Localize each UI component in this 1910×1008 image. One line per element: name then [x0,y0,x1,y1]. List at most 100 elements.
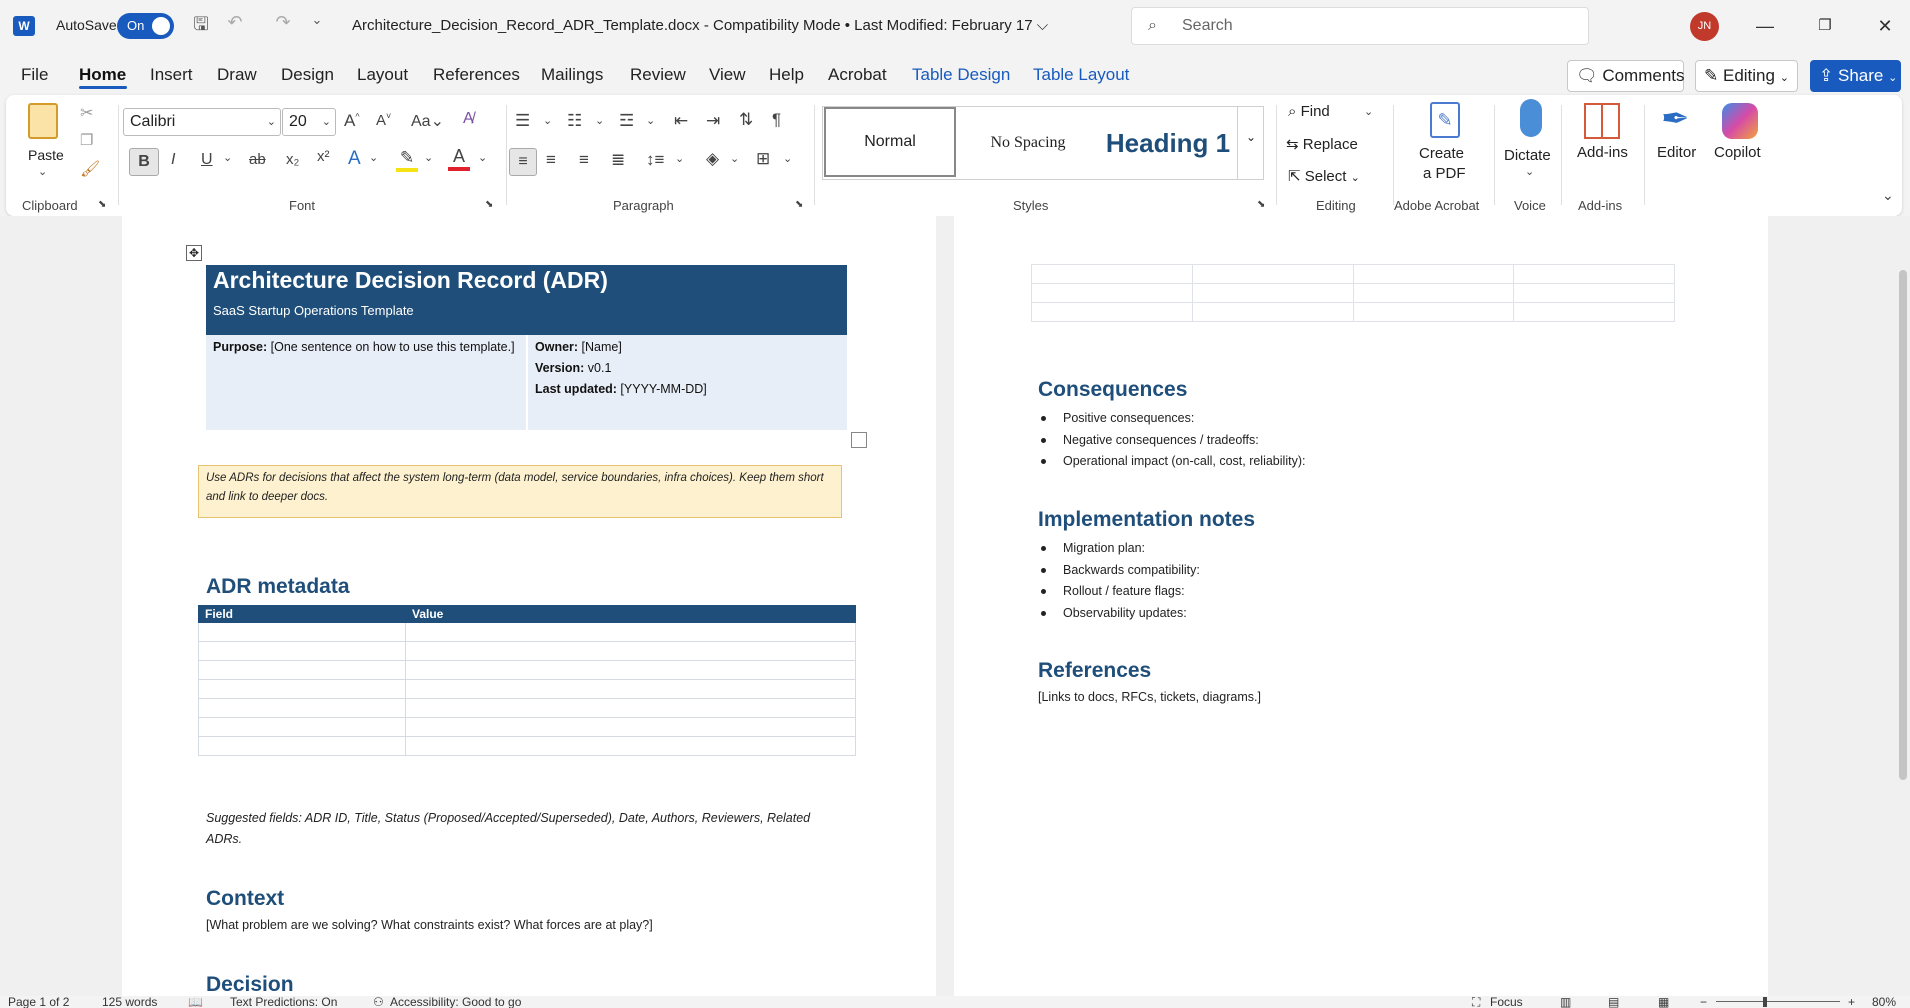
italic-icon[interactable]: I [171,151,175,169]
find-button[interactable]: ⌕ Find [1288,103,1330,120]
table-cell[interactable] [1031,264,1193,284]
table-cell[interactable] [1191,302,1354,322]
list-item[interactable]: Positive consequences: [1038,408,1305,430]
chevron-down-icon[interactable]: ⌄ [595,114,604,127]
tab-view[interactable]: View [709,65,746,85]
tab-acrobat[interactable]: Acrobat [828,65,887,85]
copilot-icon[interactable] [1722,103,1758,139]
sort-icon[interactable]: ⇅ [739,110,753,130]
align-right-icon[interactable]: ≡ [579,150,589,170]
context-text[interactable]: [What problem are we solving? What const… [206,918,653,932]
page-count[interactable]: Page 1 of 2 [8,996,69,1008]
table-cell[interactable] [405,660,856,680]
zoom-level[interactable]: 80% [1872,996,1896,1008]
table-cell[interactable] [405,641,856,661]
tab-table-layout[interactable]: Table Layout [1033,65,1129,85]
dialog-launcher-icon[interactable]: ⬊ [485,199,493,210]
select-button[interactable]: ⇱ Select ⌄ [1288,167,1360,185]
chevron-down-icon[interactable]: ⌄ [543,114,552,127]
accessibility-status[interactable]: Accessibility: Good to go [390,996,521,1008]
bold-icon[interactable]: B [129,148,159,176]
read-mode-icon[interactable]: ▥ [1560,996,1571,1008]
create-pdf-label-line1[interactable]: Create [1419,145,1464,162]
decision-heading[interactable]: Decision [206,973,294,996]
tab-file[interactable]: File [21,65,48,85]
tab-insert[interactable]: Insert [150,65,193,85]
chevron-down-icon[interactable]: ⌄ [1364,105,1373,118]
search-input[interactable]: ⌕ Search [1131,7,1589,45]
chevron-down-icon[interactable]: ⌄ [1525,165,1534,178]
adr-metadata-heading[interactable]: ADR metadata [206,575,350,599]
strikethrough-icon[interactable]: ab [249,151,266,168]
copy-icon[interactable]: ❐ [80,131,93,149]
dialog-launcher-icon[interactable]: ⬊ [1257,199,1265,210]
implementation-notes-heading[interactable]: Implementation notes [1038,508,1255,532]
tab-references[interactable]: References [433,65,520,85]
table-cell[interactable] [1031,283,1193,303]
list-item[interactable]: Rollout / feature flags: [1038,581,1200,603]
print-layout-icon[interactable]: ▤ [1608,996,1619,1008]
tab-layout[interactable]: Layout [357,65,408,85]
align-center-icon[interactable]: ≡ [546,150,556,170]
editor-icon[interactable]: ✒ [1661,99,1690,139]
table-cell[interactable] [198,736,406,756]
chevron-down-icon[interactable]: ⌄ [369,151,378,164]
align-left-icon[interactable]: ≡ [509,148,537,176]
styles-more-icon[interactable]: ⌄ [1237,107,1264,179]
table-cell[interactable] [1191,283,1354,303]
style-heading-1[interactable]: Heading 1 [1099,107,1237,179]
minimize-icon[interactable]: — [1745,8,1785,44]
tab-table-design[interactable]: Table Design [912,65,1010,85]
chevron-down-icon[interactable]: ⌄ [38,165,47,178]
table-cell[interactable] [1352,283,1515,303]
references-text[interactable]: [Links to docs, RFCs, tickets, diagrams.… [1038,690,1261,704]
focus-label[interactable]: Focus [1490,996,1523,1008]
zoom-slider[interactable] [1716,1001,1840,1002]
tab-home[interactable]: Home [79,65,126,85]
table-cell[interactable] [198,717,406,737]
customize-qat-icon[interactable]: ⌄ [304,12,330,28]
superscript-icon[interactable]: x² [317,148,330,165]
list-item[interactable]: Backwards compatibility: [1038,560,1200,582]
table-cell[interactable] [405,622,856,642]
show-formatting-marks-icon[interactable]: ¶ [772,110,781,130]
share-button[interactable]: ⇪ Share ⌄ [1810,60,1901,92]
chevron-down-icon[interactable]: ⌄ [675,152,684,165]
text-effects-icon[interactable]: A [348,148,361,170]
table-cell[interactable] [198,679,406,699]
list-item[interactable]: Negative consequences / tradeoffs: [1038,430,1305,452]
chevron-down-icon[interactable]: ⌄ [424,151,433,164]
font-name-combo[interactable]: Calibri ⌄ [123,108,281,136]
style-normal[interactable]: Normal [824,107,956,177]
clear-formatting-icon[interactable]: A̸ [463,110,474,128]
text-predictions-status[interactable]: Text Predictions: On [230,996,337,1008]
copilot-label[interactable]: Copilot [1714,144,1761,161]
justify-icon[interactable]: ≣ [611,150,625,170]
font-color-icon[interactable]: A [448,146,470,171]
comments-button[interactable]: 🗨 Comments [1567,60,1685,92]
usage-callout[interactable]: Use ADRs for decisions that affect the s… [198,465,842,518]
highlight-color-icon[interactable]: ✎ [396,148,418,172]
numbering-icon[interactable]: ☷ [567,111,582,131]
value-column-header[interactable]: Value [405,605,856,623]
multilevel-list-icon[interactable]: ☲ [619,111,634,131]
create-pdf-icon[interactable]: ✎ [1430,102,1460,138]
context-heading[interactable]: Context [206,887,284,911]
dialog-launcher-icon[interactable]: ⬊ [795,199,803,210]
dialog-launcher-icon[interactable]: ⬊ [98,199,106,210]
cut-icon[interactable]: ✂ [80,103,93,123]
list-item[interactable]: Operational impact (on-call, cost, relia… [1038,451,1305,473]
bullets-icon[interactable]: ☰ [515,111,530,131]
table-cell[interactable] [198,622,406,642]
shrink-font-icon[interactable]: A˅ [376,111,391,129]
document-title-heading[interactable]: Architecture Decision Record (ADR) [213,267,608,294]
style-no-spacing[interactable]: No Spacing [961,107,1095,179]
table-cell[interactable] [1352,302,1515,322]
table-cell[interactable] [1352,264,1515,284]
undo-icon[interactable]: ↶ [222,12,248,33]
editor-label[interactable]: Editor [1657,144,1696,161]
list-item[interactable]: Migration plan: [1038,538,1200,560]
tab-draw[interactable]: Draw [217,65,257,85]
suggested-fields-note[interactable]: Suggested fields: ADR ID, Title, Status … [206,808,846,850]
shading-icon[interactable]: ◈ [706,149,719,169]
